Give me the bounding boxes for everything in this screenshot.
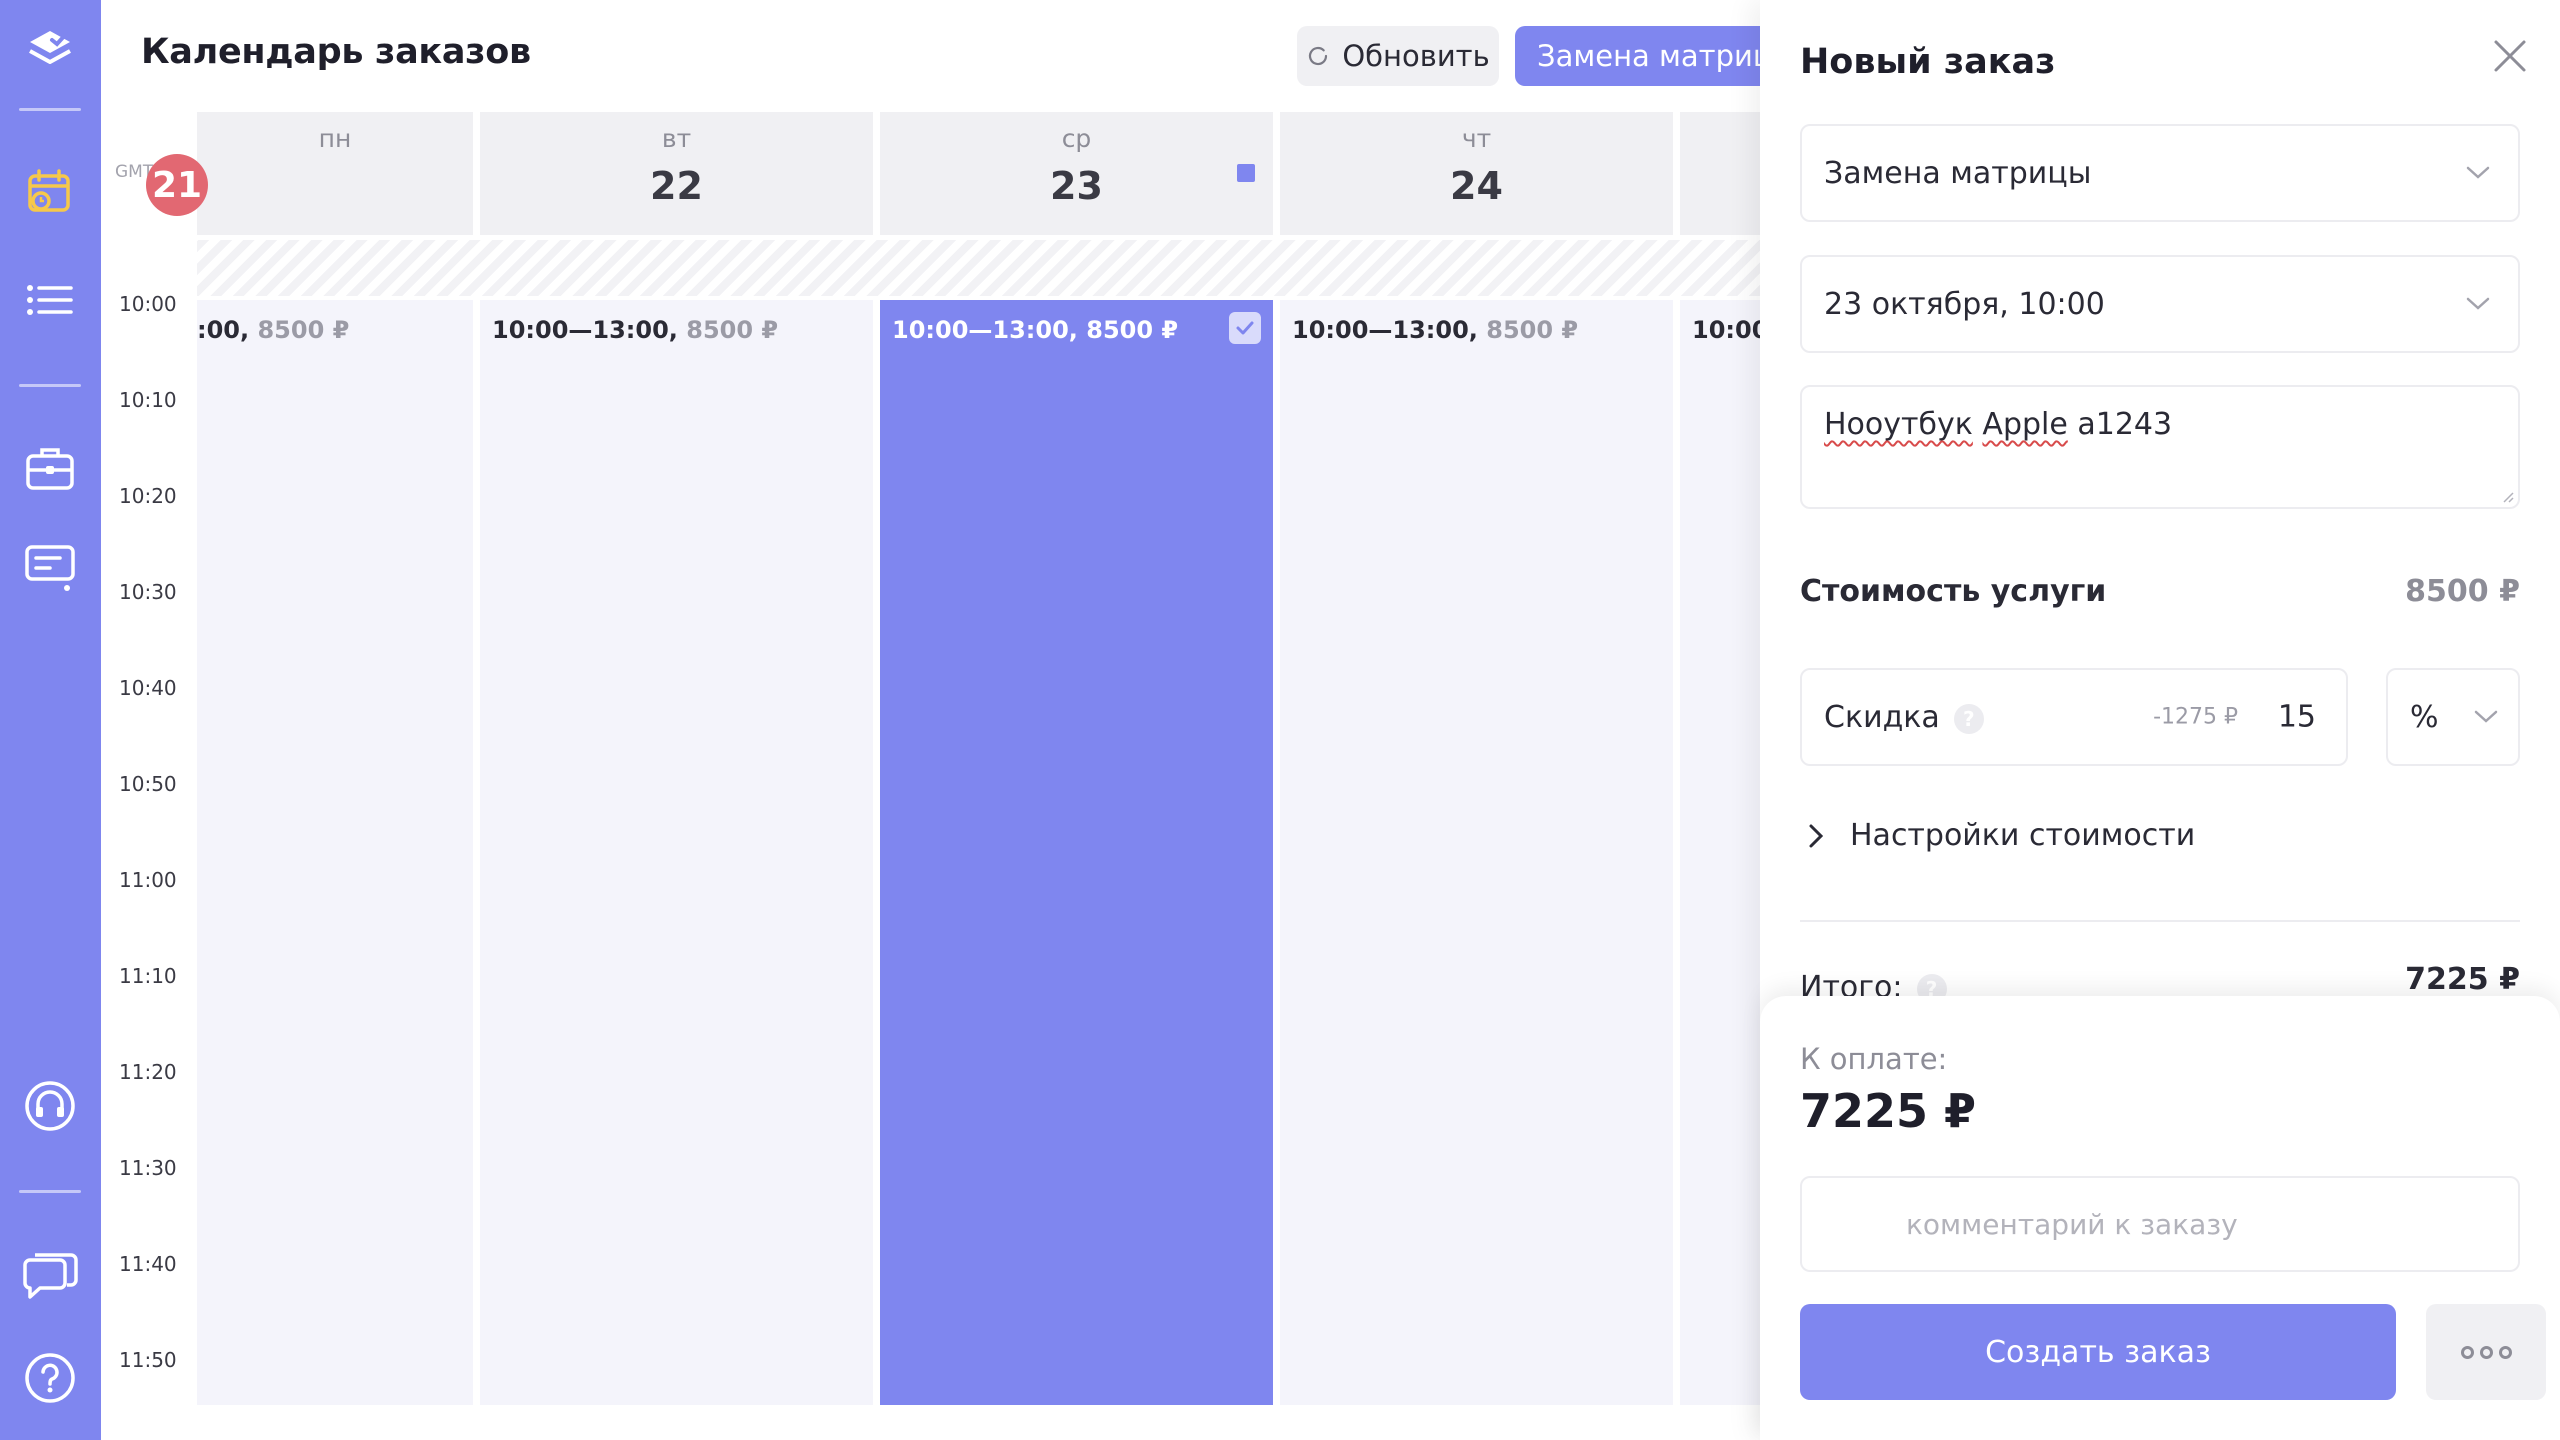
service-select[interactable]: Замена матрицы — [1800, 124, 2520, 222]
day-header-fri[interactable] — [1680, 112, 1760, 235]
discount-field[interactable]: Скидка? -1275 ₽ 15 — [1800, 668, 2348, 766]
close-icon — [2494, 40, 2526, 72]
day-number: 24 — [1450, 164, 1503, 208]
comment-input[interactable] — [1800, 1176, 2520, 1272]
time-label: 10:30 — [119, 580, 177, 604]
more-button[interactable] — [2426, 1304, 2546, 1400]
replace-matrix-button[interactable]: Замена матрицы — [1515, 26, 1775, 86]
refresh-button[interactable]: Обновить — [1297, 26, 1499, 86]
slot-checkbox[interactable] — [1229, 312, 1261, 344]
all-day-row — [197, 240, 1760, 296]
time-label: 10:20 — [119, 484, 177, 508]
device-textarea[interactable]: Нооутбук Apple a1243 — [1800, 385, 2520, 509]
day-header-mon[interactable]: пн — [197, 112, 473, 235]
refresh-icon — [1309, 46, 1328, 66]
more-dot-icon — [2460, 1345, 2474, 1359]
more-dot-icon — [2479, 1345, 2493, 1359]
day-number: 23 — [1050, 164, 1103, 208]
help-icon[interactable] — [20, 1348, 80, 1408]
time-label: 11:10 — [119, 964, 177, 988]
discount-unit: % — [2410, 700, 2439, 735]
service-value: Замена матрицы — [1824, 156, 2092, 191]
cost-settings-toggle[interactable]: Настройки стоимости — [1806, 818, 2195, 853]
to-pay-label: К оплате: — [1800, 1042, 1948, 1076]
to-pay-amount: 7225 ₽ — [1800, 1084, 1977, 1138]
sidebar — [0, 0, 101, 1440]
support-icon[interactable] — [20, 1076, 80, 1136]
today-badge: 21 — [146, 154, 208, 216]
discount-value: 15 — [2277, 699, 2316, 735]
page-title: Календарь заказов — [141, 32, 531, 72]
create-order-button[interactable]: Создать заказ — [1800, 1304, 2396, 1400]
replace-matrix-label: Замена матрицы — [1537, 39, 1775, 73]
chat-icon[interactable] — [20, 1244, 80, 1304]
device-value: Нооутбук Apple a1243 — [1824, 407, 2173, 442]
datetime-value: 23 октября, 10:00 — [1824, 287, 2105, 322]
day-column-tue[interactable]: 10:00—13:00, 8500 ₽ — [480, 300, 873, 1405]
divider — [1800, 920, 2520, 922]
slot-label[interactable]: 10:00—13:00, 8500 ₽ — [1292, 316, 1578, 344]
day-name: вт — [661, 124, 692, 153]
payment-card: К оплате: 7225 ₽ Создать заказ — [1760, 996, 2560, 1440]
sidebar-divider — [19, 1190, 81, 1193]
day-number: 22 — [650, 164, 703, 208]
calendar-icon[interactable] — [20, 162, 80, 222]
service-cost-label: Стоимость услуги — [1800, 574, 2107, 609]
list-icon[interactable] — [20, 270, 80, 330]
slot-label[interactable]: :00, 8500 ₽ — [197, 316, 349, 344]
message-icon[interactable] — [20, 538, 80, 598]
sidebar-divider — [19, 384, 81, 387]
slot-label[interactable]: 10:00—13:00, 8500 ₽ — [892, 316, 1178, 344]
calendar-main: Календарь заказов Обновить Замена матриц… — [101, 0, 1778, 1440]
time-label: 10:10 — [119, 388, 177, 412]
new-order-panel: Новый заказ Замена матрицы 23 октября, 1… — [1760, 0, 2560, 1440]
day-column-wed-selected[interactable]: 10:00—13:00, 8500 ₽ — [880, 300, 1273, 1405]
logo-icon[interactable] — [20, 20, 80, 80]
cost-settings-label: Настройки стоимости — [1850, 818, 2196, 853]
discount-amount: -1275 ₽ — [2153, 704, 2238, 730]
selected-day-marker — [1237, 164, 1255, 182]
day-column-mon[interactable]: :00, 8500 ₽ — [197, 300, 473, 1405]
time-label: 10:50 — [119, 772, 177, 796]
chevron-down-icon — [2474, 710, 2498, 723]
check-icon — [1236, 321, 1254, 335]
day-column-fri[interactable]: 10:00- — [1680, 300, 1778, 1405]
day-header-wed[interactable]: ср 23 — [880, 112, 1273, 235]
day-column-thu[interactable]: 10:00—13:00, 8500 ₽ — [1280, 300, 1673, 1405]
day-name: пн — [318, 124, 352, 153]
sidebar-divider — [19, 108, 81, 111]
total-value: 7225 ₽ — [2405, 962, 2520, 997]
time-label: 11:30 — [119, 1156, 177, 1180]
time-label: 11:40 — [119, 1252, 177, 1276]
chevron-right-icon — [1809, 824, 1824, 847]
time-label: 10:40 — [119, 676, 177, 700]
day-header-thu[interactable]: чт 24 — [1280, 112, 1673, 235]
time-label: 10:00 — [119, 292, 177, 316]
time-label: 11:50 — [119, 1348, 177, 1372]
discount-label: Скидка? — [1824, 700, 1984, 735]
day-name: чт — [1461, 124, 1492, 153]
day-name: ср — [1061, 124, 1092, 153]
time-label: 11:00 — [119, 868, 177, 892]
day-header-tue[interactable]: вт 22 — [480, 112, 873, 235]
more-dot-icon — [2498, 1345, 2512, 1359]
discount-unit-select[interactable]: % — [2386, 668, 2520, 766]
chevron-down-icon — [2466, 297, 2490, 310]
chevron-down-icon — [2466, 166, 2490, 179]
briefcase-icon[interactable] — [20, 438, 80, 498]
close-button[interactable] — [2482, 28, 2538, 84]
help-icon[interactable]: ? — [1953, 703, 1984, 734]
service-cost-value: 8500 ₽ — [2405, 574, 2520, 609]
refresh-label: Обновить — [1342, 39, 1490, 73]
time-label: 11:20 — [119, 1060, 177, 1084]
panel-title: Новый заказ — [1800, 42, 2056, 82]
slot-label[interactable]: 10:00—13:00, 8500 ₽ — [492, 316, 778, 344]
resize-handle-icon[interactable] — [2500, 489, 2514, 503]
datetime-select[interactable]: 23 октября, 10:00 — [1800, 255, 2520, 353]
